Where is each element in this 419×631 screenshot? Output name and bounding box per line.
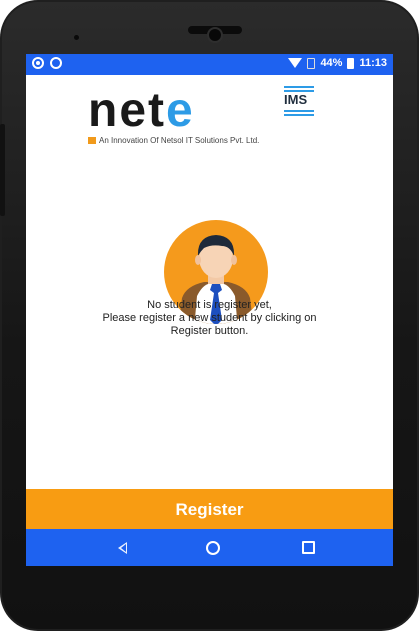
status-bar: 44% 11:13	[26, 54, 393, 75]
whatsapp-icon	[32, 57, 44, 69]
status-time: 11:13	[359, 57, 387, 69]
logo-wordmark: NETe	[88, 84, 195, 137]
empty-state-line-1: No student is register yet,	[147, 299, 272, 311]
logo-ims: IMS	[284, 92, 308, 107]
wifi-icon	[288, 58, 303, 68]
app-logo: NETe IMS An Innovation Of Netsol IT Solu…	[88, 86, 348, 148]
sim-icon	[307, 57, 316, 69]
battery-icon	[347, 57, 355, 69]
phone-sensor	[74, 35, 79, 40]
navigation-bar	[26, 529, 393, 566]
battery-percent: 44%	[320, 57, 343, 69]
home-icon[interactable]	[206, 541, 220, 555]
phone-frame: 44% 11:13 NETe IMS An Innovation Of Nets…	[0, 0, 419, 631]
logo-tagline: An Innovation Of Netsol IT Solutions Pvt…	[88, 136, 259, 145]
phone-side-button	[0, 124, 5, 216]
sync-icon	[50, 57, 62, 69]
tagline-mark-icon	[88, 137, 96, 144]
empty-state-message: No student is register yet, Please regis…	[26, 299, 393, 338]
empty-state-line-2: Please register a new student by clickin…	[102, 312, 317, 324]
recent-apps-icon[interactable]	[302, 541, 315, 554]
back-icon[interactable]	[118, 542, 127, 554]
register-button[interactable]: Register	[26, 489, 393, 529]
app-screen: 44% 11:13 NETe IMS An Innovation Of Nets…	[26, 54, 393, 566]
empty-state-line-3: Register button.	[170, 325, 249, 337]
phone-camera	[207, 27, 223, 43]
logo-lines-bottom	[284, 110, 314, 118]
